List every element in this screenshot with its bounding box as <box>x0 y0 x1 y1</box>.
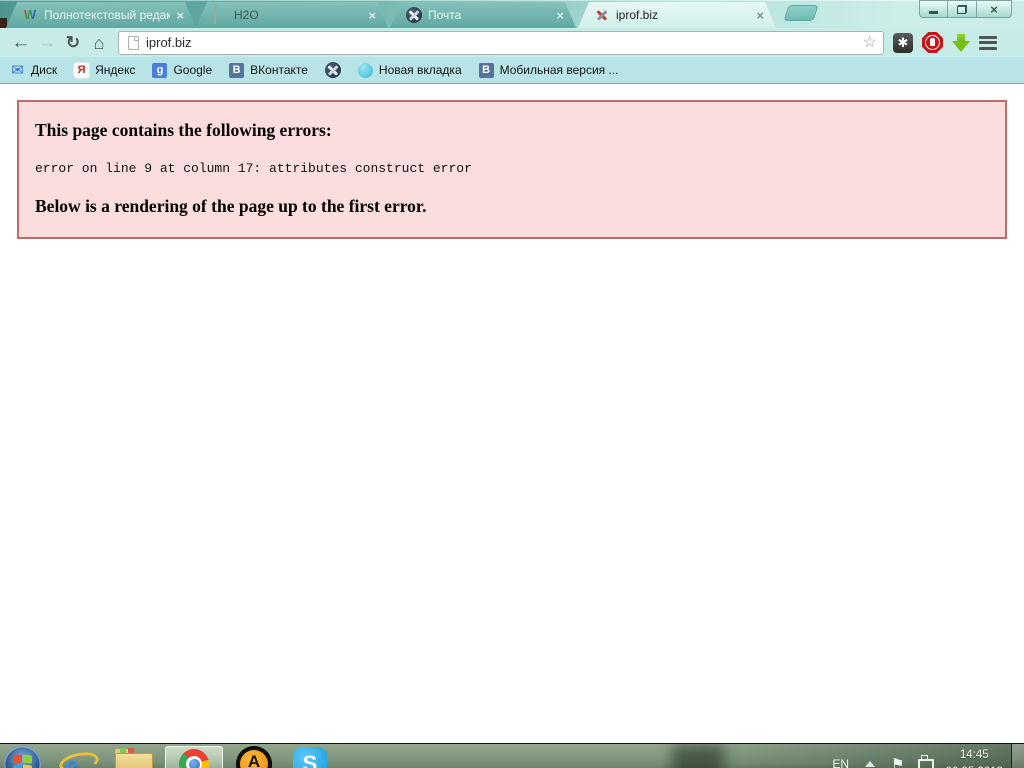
tab-close-icon[interactable]: × <box>756 9 764 22</box>
windows-taskbar: e S EN ⚑ 14:45 06.05.2013 <box>0 743 1024 768</box>
xml-error-box: This page contains the following errors:… <box>17 100 1007 239</box>
window-controls: × <box>919 0 1012 18</box>
google-icon: g <box>152 62 168 78</box>
minimize-button[interactable] <box>919 0 948 18</box>
chrome-taskbar-button-active[interactable] <box>165 745 223 768</box>
restore-icon <box>957 4 967 14</box>
bookmark-label: Google <box>173 63 213 77</box>
error-heading: This page contains the following errors: <box>35 120 332 140</box>
tab-close-icon[interactable]: × <box>368 9 376 22</box>
tray-time: 14:45 <box>959 749 989 762</box>
forward-button[interactable]: → <box>34 33 60 52</box>
vk-icon: В <box>229 62 245 78</box>
tab-title: Почта <box>428 8 462 22</box>
language-indicator[interactable]: EN <box>832 757 849 768</box>
loading-spinner-icon <box>212 7 228 23</box>
clock[interactable]: 14:45 06.05.2013 <box>945 747 1003 768</box>
minimize-icon <box>929 10 938 14</box>
cyan-circle-icon <box>357 62 373 78</box>
internet-explorer-icon[interactable]: e <box>57 746 97 768</box>
error-footer: Below is a rendering of the page up to t… <box>35 196 427 216</box>
bookmark-label: Новая вкладка <box>378 63 462 77</box>
tab-close-icon[interactable]: × <box>556 9 564 22</box>
bookmark-label: ВКонтакте <box>250 63 308 77</box>
address-bar[interactable]: iprof.biz ☆ <box>118 30 884 55</box>
tab-title: H2O <box>234 8 259 22</box>
tab-iprof-active[interactable]: iprof.biz × <box>578 2 776 28</box>
tab-title: iprof.biz <box>616 8 659 22</box>
tab-close-icon[interactable]: × <box>176 9 184 22</box>
mailru-tools-icon <box>406 7 422 23</box>
bookmark-yandex[interactable]: Я Яндекс <box>74 62 136 78</box>
page-document-icon <box>128 35 139 50</box>
chrome-menu-icon[interactable] <box>979 35 997 50</box>
windows-explorer-icon[interactable] <box>115 748 155 768</box>
extension-download-arrow-icon[interactable] <box>952 33 970 53</box>
bookmark-label: Диск <box>31 63 58 77</box>
rainbow-w-icon: W <box>23 7 37 22</box>
bookmark-mobile-version[interactable]: В Мобильная версия ... <box>478 62 619 78</box>
tab-mail[interactable]: Почта × <box>390 2 576 28</box>
restore-button[interactable] <box>948 0 977 18</box>
tab-strip: W Полнотекстовый редакто × H2O × Почта ×… <box>0 0 1024 28</box>
tray-date: 06.05.2013 <box>945 764 1003 768</box>
bookmark-google[interactable]: g Google <box>152 62 213 78</box>
url-text[interactable]: iprof.biz <box>146 35 192 50</box>
close-button[interactable]: × <box>977 0 1012 18</box>
tab-title: Полнотекстовый редакто <box>44 8 171 22</box>
system-tray: EN ⚑ 14:45 06.05.2013 <box>832 747 1011 768</box>
skype-icon[interactable]: S <box>293 747 327 768</box>
bookmark-new-tab[interactable]: Новая вкладка <box>357 62 462 78</box>
action-center-flag-icon[interactable]: ⚑ <box>891 757 904 768</box>
tools-icon <box>594 7 610 23</box>
start-button[interactable] <box>4 745 41 768</box>
envelope-icon: ✉ <box>11 61 24 79</box>
show-hidden-icons-arrow[interactable] <box>864 761 875 767</box>
vk-icon: В <box>478 62 494 78</box>
close-icon: × <box>990 1 998 17</box>
extension-stop-hand-icon[interactable] <box>922 32 943 53</box>
bookmark-star-icon[interactable]: ☆ <box>863 34 877 51</box>
aimp-icon[interactable] <box>237 747 271 768</box>
network-icon[interactable] <box>916 755 935 768</box>
bookmark-label: Мобильная версия ... <box>499 63 619 77</box>
reload-button[interactable]: ↻ <box>60 34 86 51</box>
bookmark-label: Яндекс <box>95 63 136 77</box>
page-content: This page contains the following errors:… <box>0 100 1024 743</box>
new-tab-button[interactable] <box>783 5 819 21</box>
bookmark-vkontakte[interactable]: В ВКонтакте <box>229 62 308 78</box>
show-desktop-button[interactable] <box>1011 744 1024 768</box>
error-detail: error on line 9 at column 17: attributes… <box>35 161 472 176</box>
bookmarks-bar: ✉ Диск Я Яндекс g Google В ВКонтакте Нов… <box>0 57 1024 84</box>
home-button[interactable]: ⌂ <box>86 34 112 52</box>
chrome-icon <box>179 749 209 768</box>
yandex-icon: Я <box>74 62 90 78</box>
window-frame-edge <box>0 18 7 28</box>
mailru-tools-icon <box>324 62 341 78</box>
tab-h2o[interactable]: H2O × <box>196 2 388 28</box>
back-button[interactable]: ← <box>8 33 34 52</box>
navigation-toolbar: ← → ↻ ⌂ iprof.biz ☆ ✱ <box>0 28 1024 57</box>
tab-fulltext-editor[interactable]: W Полнотекстовый редакто × <box>6 2 196 28</box>
bookmark-mailru[interactable] <box>324 62 341 78</box>
bookmark-disk[interactable]: ✉ Диск <box>10 63 57 78</box>
extension-adblock-icon[interactable]: ✱ <box>893 32 913 53</box>
